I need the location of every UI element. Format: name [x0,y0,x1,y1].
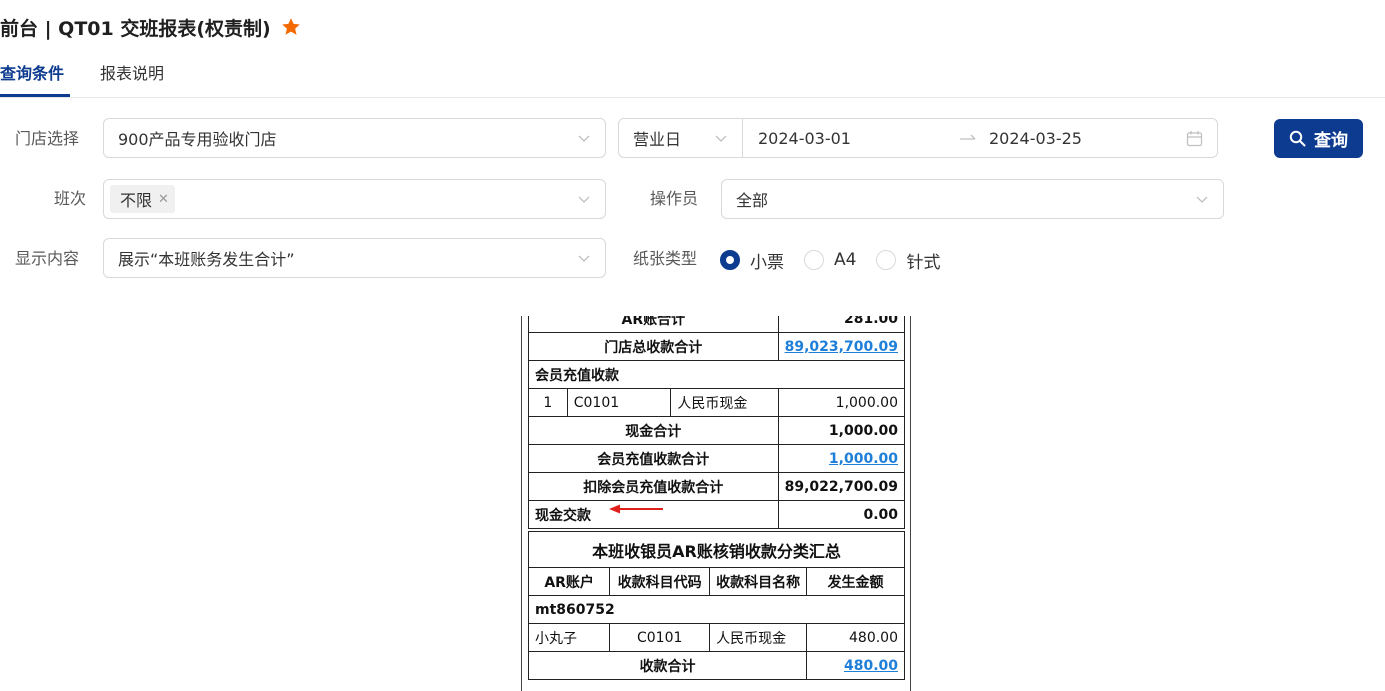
store-total-label: 门店总收款合计 [528,332,779,361]
table-row: AR账合计 281.00 [528,316,906,333]
ar-row-subject: 人民币现金 [709,623,808,652]
chevron-down-icon [715,135,727,142]
search-icon [1289,130,1306,147]
chevron-down-icon [578,255,590,262]
table-row: 现金交款 0.00 [528,500,906,529]
table-row: AR账户 收款科目代码 收款科目名称 发生金额 [527,567,905,596]
receipt-preview[interactable]: AR账合计 281.00 门店总收款合计 89,023,700.09 会员充值收… [521,316,911,691]
ar-total-label: AR账合计 [528,316,779,333]
radio-checked-icon [720,250,740,270]
date-type-select[interactable]: 营业日 [618,118,743,158]
shift-select[interactable]: 不限 ✕ [103,179,606,219]
display-select[interactable]: 展示“本班账务发生合计” [103,238,606,278]
cash-total-label: 现金合计 [528,416,779,445]
column-header: AR账户 [527,567,611,596]
cash-handover-value: 0.00 [777,500,906,529]
ar-row-amount: 480.00 [806,623,905,652]
close-icon[interactable]: ✕ [158,192,169,207]
paper-type-radio-group: 小票 A4 针式 [720,240,960,280]
page-header: 前台 | QT01 交班报表(权责制) [0,12,301,42]
table-row: 门店总收款合计 89,023,700.09 [528,332,906,361]
store-label: 门店选择 [15,129,80,148]
ar-collect-link[interactable]: 480.00 [844,658,898,674]
shift-tag-label: 不限 [120,191,153,210]
cash-total-value: 1,000.00 [777,416,906,445]
ar-row-name: 小丸子 [527,623,611,652]
table-row: mt860752 [528,595,905,624]
chevron-down-icon [1196,196,1208,203]
radio-receipt-label: 小票 [750,252,784,273]
chevron-down-icon [578,196,590,203]
radio-dot-matrix[interactable]: 针式 [876,248,940,273]
table-row: 小丸子 C0101 人民币现金 480.00 [527,623,905,652]
table-row: 本班收银员AR账核销收款分类汇总 [528,531,905,568]
member-row-amount: 1,000.00 [777,388,906,417]
operator-select[interactable]: 全部 [721,179,1224,219]
radio-a4[interactable]: A4 [804,250,856,270]
radio-unchecked-icon [876,250,897,270]
ar-total-value: 281.00 [777,316,906,333]
excl-member-label: 扣除会员充值收款合计 [528,472,779,501]
ar-account-name: mt860752 [528,595,905,624]
paper-label: 纸张类型 [633,249,698,268]
operator-label: 操作员 [650,189,699,208]
member-section-title: 会员充值收款 [528,360,905,389]
date-range-end[interactable]: 2024-03-25 [989,129,1082,148]
operator-value: 全部 [736,191,769,210]
radio-dot-matrix-label: 针式 [906,252,941,273]
ar-summary-title: 本班收银员AR账核销收款分类汇总 [528,531,905,568]
shift-label: 班次 [53,189,86,208]
column-header: 发生金额 [806,567,905,596]
ar-collect-label: 收款合计 [527,651,808,680]
shift-tag: 不限 ✕ [110,185,175,213]
store-total-link[interactable]: 89,023,700.09 [785,339,898,355]
member-total-link[interactable]: 1,000.00 [829,451,898,467]
radio-a4-label: A4 [834,250,857,270]
table-row: 扣除会员充值收款合计 89,022,700.09 [528,472,906,501]
display-label: 显示内容 [15,249,80,268]
star-icon[interactable] [281,17,301,37]
page-title: 前台 | QT01 交班报表(权责制) [0,17,271,40]
member-total-label: 会员充值收款合计 [528,444,779,473]
query-button[interactable]: 查询 [1274,119,1363,158]
active-tab-indicator [0,94,70,97]
ar-summary-table: 本班收银员AR账核销收款分类汇总 AR账户 收款科目代码 收款科目名称 发生金额… [527,531,905,680]
column-header: 收款科目代码 [609,567,711,596]
table-row: 现金合计 1,000.00 [528,416,906,445]
date-range-start[interactable]: 2024-03-01 [758,129,851,148]
red-arrow-annotation-icon [609,504,663,514]
table-row: 收款合计 480.00 [527,651,905,680]
tab-query-conditions[interactable]: 查询条件 [0,60,64,84]
arrow-right-icon [960,134,976,140]
table-row: 会员充值收款合计 1,000.00 [528,444,906,473]
receipt-table: AR账合计 281.00 门店总收款合计 89,023,700.09 会员充值收… [528,316,906,529]
store-select[interactable]: 900产品专用验收门店 [103,118,606,158]
tab-bar: 查询条件 报表说明 [0,56,1385,98]
member-row-index: 1 [528,388,568,417]
excl-member-value: 89,022,700.09 [777,472,906,501]
display-value: 展示“本班账务发生合计” [118,250,295,269]
calendar-icon [1186,131,1203,147]
column-header: 收款科目名称 [709,567,808,596]
store-select-value: 900产品专用验收门店 [118,130,277,149]
table-row: 1 C0101 人民币现金 1,000.00 [528,388,906,417]
tab-report-description[interactable]: 报表说明 [100,60,164,84]
radio-receipt[interactable]: 小票 [720,248,784,273]
member-row-name: 人民币现金 [670,388,779,417]
date-range-picker[interactable]: 2024-03-01 2024-03-25 [742,118,1218,158]
radio-unchecked-icon [804,250,824,270]
ar-row-code: C0101 [609,623,711,652]
query-button-label: 查询 [1314,131,1348,151]
chevron-down-icon [578,135,590,142]
table-row: 会员充值收款 [528,360,905,389]
date-type-value: 营业日 [633,130,682,149]
member-row-code: C0101 [566,388,672,417]
